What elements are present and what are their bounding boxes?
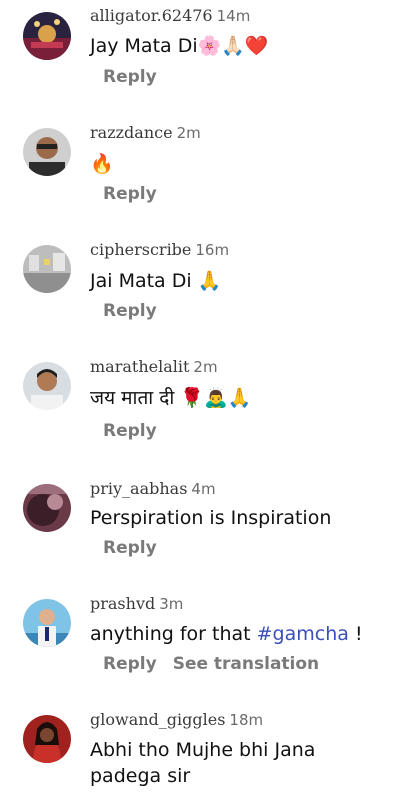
timestamp: 2m	[176, 124, 201, 142]
reply-button[interactable]: Reply	[103, 301, 157, 321]
comment-text: Perspiration is Inspiration	[90, 507, 332, 529]
avatar[interactable]	[23, 12, 71, 60]
avatar[interactable]	[23, 128, 71, 176]
comment-text: Jay Mata Di🌸🙏🏻❤️	[90, 35, 269, 57]
reply-button[interactable]: Reply	[103, 184, 157, 204]
comment-text-prefix: anything for that	[90, 623, 257, 645]
timestamp: 2m	[193, 358, 218, 376]
reply-button[interactable]: Reply	[103, 421, 157, 441]
comment-text: anything for that #gamcha !	[90, 621, 390, 647]
avatar[interactable]	[23, 484, 71, 532]
hashtag-link[interactable]: #gamcha	[257, 623, 349, 645]
avatar[interactable]	[23, 715, 71, 763]
comment-text: 🔥	[90, 153, 114, 175]
reply-button[interactable]: Reply	[103, 67, 157, 87]
timestamp: 16m	[195, 241, 230, 259]
timestamp: 18m	[229, 711, 264, 729]
comment-text: Jai Mata Di 🙏	[90, 270, 222, 292]
username[interactable]: alligator.62476	[90, 6, 213, 25]
avatar[interactable]	[23, 245, 71, 293]
username[interactable]: marathelalit	[90, 357, 189, 376]
reply-button[interactable]: Reply	[103, 654, 157, 674]
username[interactable]: razzdance	[90, 123, 173, 142]
username[interactable]: prashvd	[90, 594, 155, 613]
username[interactable]: priy_aabhas	[90, 479, 187, 498]
comment-text: जय माता दी 🌹🙇‍♂️🙏	[90, 387, 252, 409]
avatar[interactable]	[23, 599, 71, 647]
reply-button[interactable]: Reply	[103, 538, 157, 558]
comment-text: Abhi tho Mujhe bhi Jana padega sir	[90, 739, 316, 787]
timestamp: 14m	[216, 7, 251, 25]
timestamp: 4m	[191, 480, 216, 498]
see-translation-button[interactable]: See translation	[173, 654, 319, 674]
username[interactable]: glowand_giggles	[90, 710, 225, 729]
avatar[interactable]	[23, 362, 71, 410]
username[interactable]: cipherscribe	[90, 240, 191, 259]
timestamp: 3m	[159, 595, 184, 613]
comment-text-suffix: !	[348, 623, 363, 645]
